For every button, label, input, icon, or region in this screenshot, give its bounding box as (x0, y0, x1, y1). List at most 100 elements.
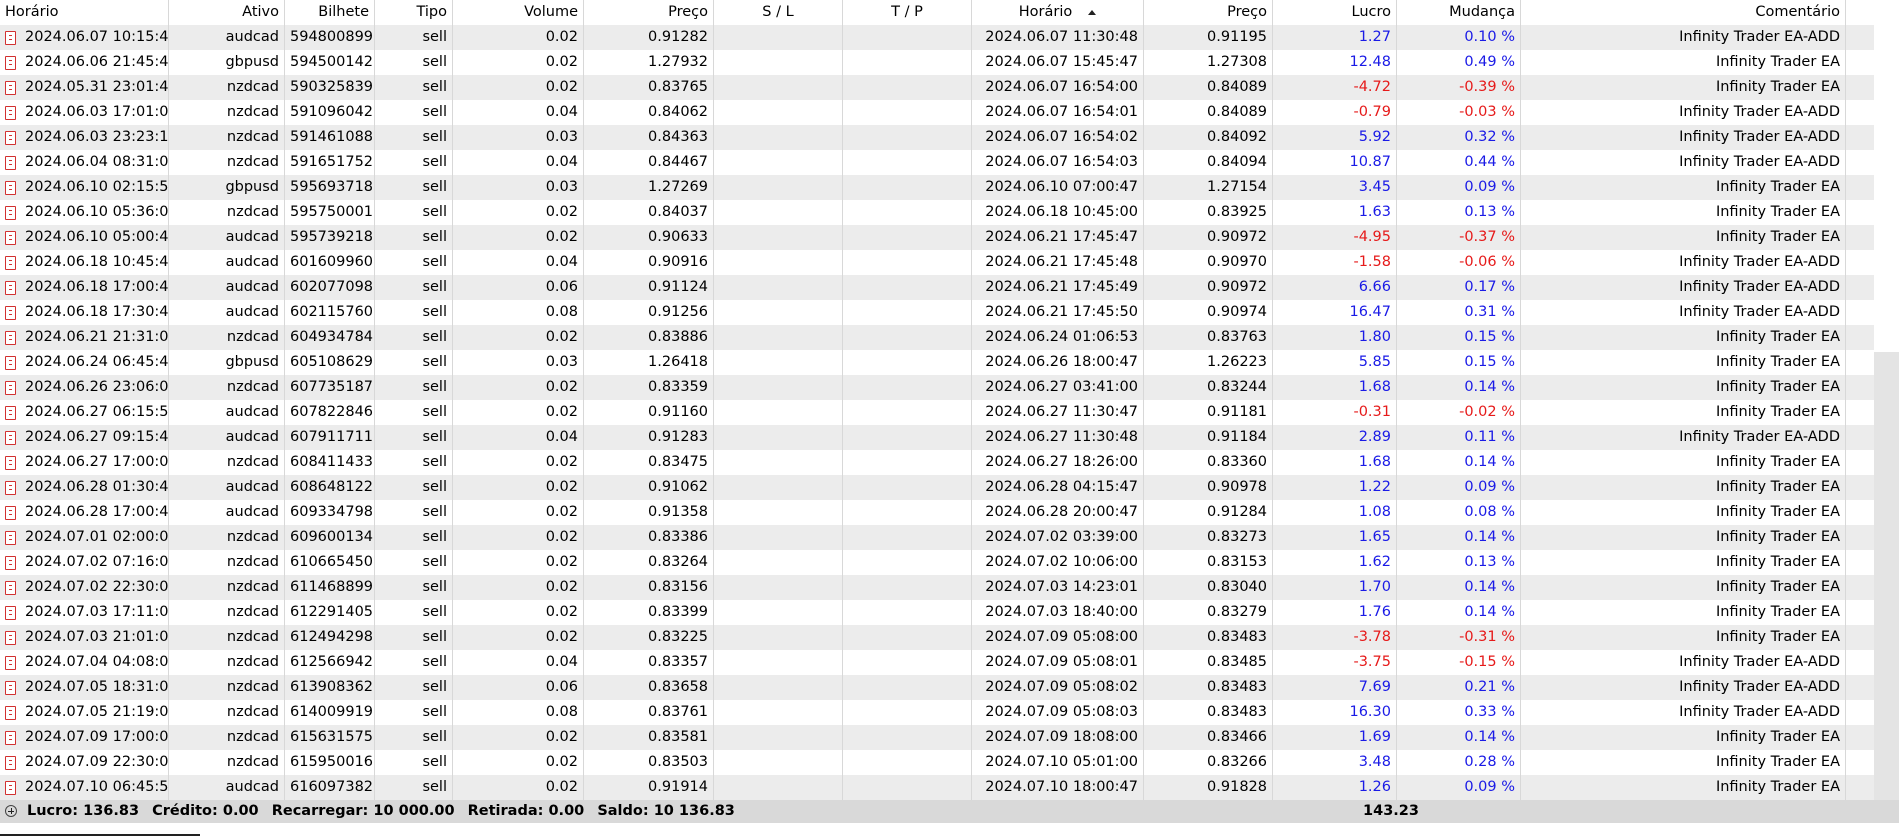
document-icon (5, 230, 16, 245)
table-row[interactable]: 2024.06.28 01:30:47 audcad 608648122 sell 0.… (0, 475, 1874, 500)
cell-asset: nzdcad (169, 625, 285, 650)
cell-tp (843, 425, 972, 450)
cell-tp (843, 600, 972, 625)
table-row[interactable]: 2024.05.31 23:01:47 nzdcad 590325839 sell 0.… (0, 75, 1874, 100)
cell-comment: Infinity Trader EA (1521, 50, 1846, 75)
cell-sl (714, 225, 843, 250)
cell-close-time: 2024.06.07 16:54:00 (972, 75, 1144, 100)
cell-sl (714, 450, 843, 475)
table-row[interactable]: 2024.07.09 17:00:00 nzdcad 615631575 sell 0.… (0, 725, 1874, 750)
cell-volume: 0.04 (453, 425, 584, 450)
table-row[interactable]: 2024.06.27 06:15:53 audcad 607822846 sell 0.… (0, 400, 1874, 425)
cell-ticket: 591651752 (285, 150, 375, 175)
cell-asset: nzdcad (169, 375, 285, 400)
table-row[interactable]: 2024.06.24 06:45:47 gbpusd 605108629 sell 0.… (0, 350, 1874, 375)
table-row[interactable]: 2024.06.03 23:23:18 nzdcad 591461088 sell 0.… (0, 125, 1874, 150)
table-row[interactable]: 2024.06.27 17:00:00 nzdcad 608411433 sell 0.… (0, 450, 1874, 475)
open-time-text: 2024.06.04 08:31:00 (25, 154, 169, 170)
expand-plus-icon[interactable] (5, 805, 17, 817)
cell-open-price: 0.83475 (584, 450, 714, 475)
table-row[interactable]: 2024.06.21 21:31:00 nzdcad 604934784 sell 0.… (0, 325, 1874, 350)
cell-open-price: 0.90633 (584, 225, 714, 250)
cell-change: -0.15 % (1397, 650, 1521, 675)
cell-open-price: 0.83581 (584, 725, 714, 750)
column-header-comment[interactable]: Comentário (1521, 0, 1846, 25)
cell-open-price: 0.83658 (584, 675, 714, 700)
cell-ticket: 607911711 (285, 425, 375, 450)
table-row[interactable]: 2024.07.01 02:00:00 nzdcad 609600134 sell 0.… (0, 525, 1874, 550)
cell-type: sell (375, 550, 453, 575)
cell-open-price: 0.84467 (584, 150, 714, 175)
cell-close-time: 2024.06.18 10:45:00 (972, 200, 1144, 225)
table-row[interactable]: 2024.07.05 21:19:01 nzdcad 614009919 sell 0.… (0, 700, 1874, 725)
column-header-profit[interactable]: Lucro (1273, 0, 1397, 25)
table-row[interactable]: 2024.06.10 05:00:48 audcad 595739218 sell 0.… (0, 225, 1874, 250)
scrollbar-thumb[interactable] (1874, 352, 1899, 800)
cell-open-price: 0.91062 (584, 475, 714, 500)
table-row[interactable]: 2024.06.26 23:06:06 nzdcad 607735187 sell 0.… (0, 375, 1874, 400)
cell-comment: Infinity Trader EA-ADD (1521, 125, 1846, 150)
table-row[interactable]: 2024.07.02 07:16:08 nzdcad 610665450 sell 0.… (0, 550, 1874, 575)
cell-asset: nzdcad (169, 550, 285, 575)
open-time-text: 2024.06.07 10:15:47 (25, 29, 169, 45)
table-row[interactable]: 2024.07.09 22:30:00 nzdcad 615950016 sell 0.… (0, 750, 1874, 775)
document-icon (5, 655, 16, 670)
table-row[interactable]: 2024.06.18 17:00:47 audcad 602077098 sell 0.… (0, 275, 1874, 300)
document-icon (5, 280, 16, 295)
table-row[interactable]: 2024.06.28 17:00:47 audcad 609334798 sell 0.… (0, 500, 1874, 525)
cell-tp (843, 150, 972, 175)
cell-sl (714, 75, 843, 100)
table-row[interactable]: 2024.07.05 18:31:00 nzdcad 613908362 sell 0.… (0, 675, 1874, 700)
column-header-open-price[interactable]: Preço (584, 0, 714, 25)
table-row[interactable]: 2024.06.18 10:45:48 audcad 601609960 sell 0.… (0, 250, 1874, 275)
cell-asset: nzdcad (169, 450, 285, 475)
cell-tp (843, 550, 972, 575)
column-header-change[interactable]: Mudança (1397, 0, 1521, 25)
cell-tp (843, 175, 972, 200)
table-row[interactable]: 2024.06.07 10:15:47 audcad 594800899 sell 0.… (0, 25, 1874, 50)
table-row[interactable]: 2024.07.03 17:11:00 nzdcad 612291405 sell 0.… (0, 600, 1874, 625)
cell-open-price: 0.91914 (584, 775, 714, 800)
column-header-volume[interactable]: Volume (453, 0, 584, 25)
cell-volume: 0.06 (453, 675, 584, 700)
table-row[interactable]: 2024.06.10 02:15:59 gbpusd 595693718 sell 0.… (0, 175, 1874, 200)
cell-ticket: 608411433 (285, 450, 375, 475)
table-row[interactable]: 2024.06.03 17:01:02 nzdcad 591096042 sell 0.… (0, 100, 1874, 125)
table-row[interactable]: 2024.07.10 06:45:50 audcad 616097382 sell 0.… (0, 775, 1874, 800)
document-icon (5, 480, 16, 495)
cell-open-time: 2024.06.26 23:06:06 (0, 375, 169, 400)
table-row[interactable]: 2024.06.18 17:30:47 audcad 602115760 sell 0.… (0, 300, 1874, 325)
column-header-asset[interactable]: Ativo (169, 0, 285, 25)
table-row[interactable]: 2024.07.03 21:01:00 nzdcad 612494298 sell 0.… (0, 625, 1874, 650)
table-row[interactable]: 2024.07.04 04:08:01 nzdcad 612566942 sell 0.… (0, 650, 1874, 675)
column-header-type[interactable]: Tipo (375, 0, 453, 25)
cell-profit: 1.62 (1273, 550, 1397, 575)
column-header-close-price[interactable]: Preço (1144, 0, 1273, 25)
cell-type: sell (375, 425, 453, 450)
cell-asset: nzdcad (169, 150, 285, 175)
table-row[interactable]: 2024.06.04 08:31:00 nzdcad 591651752 sell 0.… (0, 150, 1874, 175)
cell-comment: Infinity Trader EA-ADD (1521, 150, 1846, 175)
column-header-ticket[interactable]: Bilhete (285, 0, 375, 25)
cell-tp (843, 725, 972, 750)
vertical-scrollbar[interactable] (1874, 0, 1899, 800)
cell-close-time: 2024.07.03 18:40:00 (972, 600, 1144, 625)
cell-profit: 1.63 (1273, 200, 1397, 225)
column-header-close-time[interactable]: Horário (972, 0, 1144, 25)
cell-change: -0.03 % (1397, 100, 1521, 125)
table-row[interactable]: 2024.06.27 09:15:47 audcad 607911711 sell 0.… (0, 425, 1874, 450)
table-row[interactable]: 2024.06.10 05:36:03 nzdcad 595750001 sell 0.… (0, 200, 1874, 225)
column-header-tp[interactable]: T / P (843, 0, 972, 25)
cell-open-price: 0.84037 (584, 200, 714, 225)
summary-deposit: Recarregar: 10 000.00 (271, 803, 455, 819)
cell-profit: 3.48 (1273, 750, 1397, 775)
table-row[interactable]: 2024.06.06 21:45:47 gbpusd 594500142 sell 0.… (0, 50, 1874, 75)
active-tab-indicator[interactable] (0, 834, 200, 836)
column-header-open-time[interactable]: Horário (0, 0, 169, 25)
cell-change: 0.13 % (1397, 200, 1521, 225)
table-row[interactable]: 2024.07.02 22:30:00 nzdcad 611468899 sell 0.… (0, 575, 1874, 600)
cell-close-price: 0.90972 (1144, 225, 1273, 250)
column-header-sl[interactable]: S / L (714, 0, 843, 25)
cell-sl (714, 300, 843, 325)
open-time-text: 2024.07.04 04:08:01 (25, 654, 169, 670)
